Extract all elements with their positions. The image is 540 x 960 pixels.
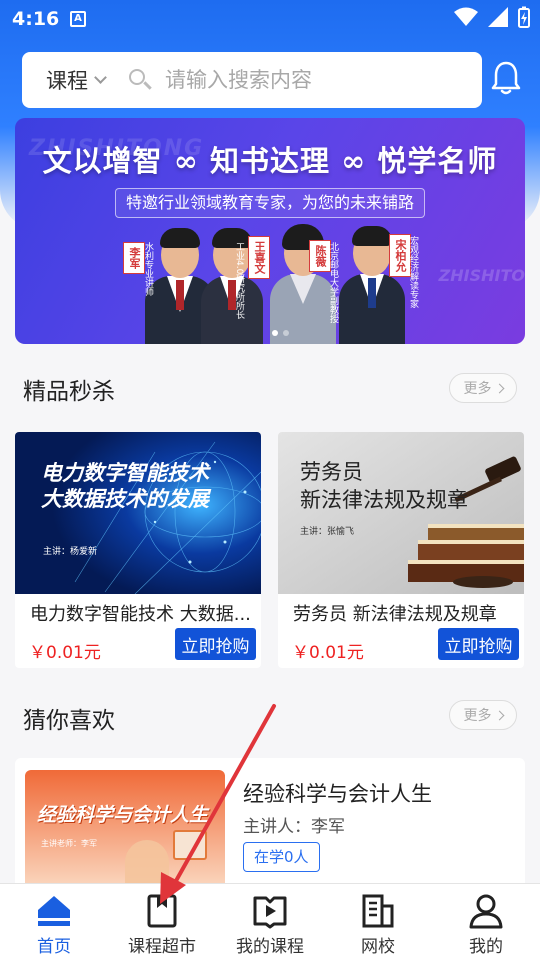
status-bar: 4:16 A — [0, 0, 540, 40]
course-cover-image — [15, 432, 261, 594]
my-course-icon — [253, 896, 287, 929]
category-label: 课程 — [46, 69, 88, 93]
home-icon — [38, 896, 70, 926]
guess-you-like-title: 猜你喜欢 — [23, 708, 115, 734]
course-market-icon — [147, 894, 177, 928]
course-name: 电力数字智能技术 大数据... — [30, 604, 251, 625]
search-input[interactable] — [165, 68, 425, 92]
course-teacher: 主讲人：李军 — [243, 817, 345, 837]
course-price: ￥0.01元 — [292, 643, 364, 663]
nav-online-school[interactable]: 网校 — [324, 884, 432, 960]
flash-sale-title: 精品秒杀 — [23, 379, 115, 405]
cover-title-line1: 劳务员 — [300, 460, 363, 484]
flash-sale-more-button[interactable]: 更多 — [449, 373, 517, 403]
signal-icon — [488, 7, 508, 27]
cover-title-line2: 大数据技术的发展 — [41, 487, 209, 511]
flash-sale-card[interactable]: 电力数字智能技术 大数据技术的发展 主讲：杨爱新 电力数字智能技术 大数据...… — [15, 432, 261, 668]
nav-label: 我的 — [469, 937, 503, 957]
lecturer-role: 宏观经济解读专家 — [408, 236, 418, 308]
nav-home[interactable]: 首页 — [0, 884, 108, 960]
carousel-dots[interactable] — [272, 330, 289, 336]
guess-more-button[interactable]: 更多 — [449, 700, 517, 730]
nav-label: 课程超市 — [128, 937, 196, 957]
banner-watermark-right: ZHISHITO — [438, 266, 525, 285]
nav-label: 网校 — [361, 937, 395, 957]
bell-icon[interactable] — [490, 60, 522, 96]
more-label: 更多 — [463, 708, 492, 724]
chevron-down-icon — [94, 70, 107, 84]
course-cover-image: 经验科学与会计人生 主讲老师：李军 — [25, 770, 225, 893]
cover-title-line2: 新法律法规及规章 — [300, 488, 468, 512]
buy-now-button[interactable]: 立即抢购 — [438, 628, 519, 660]
course-name: 劳务员 新法律法规及规章 — [293, 604, 497, 625]
nav-label: 我的课程 — [236, 937, 304, 957]
school-icon — [362, 894, 394, 928]
search-icon — [127, 67, 153, 93]
cover-lecturer: 主讲：杨爱新 — [43, 547, 98, 557]
flash-sale-card[interactable]: 劳务员 新法律法规及规章 主讲：张愉飞 劳务员 新法律法规及规章 ￥0.01元 … — [278, 432, 524, 668]
lecturer-name-tag: 王喜文 — [248, 236, 270, 279]
category-dropdown[interactable]: 课程 — [46, 65, 107, 95]
cover-title-line1: 电力数字智能技术 — [41, 461, 209, 485]
battery-icon — [518, 6, 530, 28]
nav-course-market[interactable]: 课程超市 — [108, 884, 216, 960]
chevron-right-icon — [494, 710, 504, 720]
profile-icon — [469, 894, 503, 929]
promo-banner[interactable]: ZHISHITONG ZHISHITO 文以增智 ∞ 知书达理 ∞ 悦学名师 特… — [15, 118, 525, 344]
bottom-navigation: 首页 课程超市 我的课程 网校 我的 — [0, 883, 540, 960]
buy-now-button[interactable]: 立即抢购 — [175, 628, 256, 660]
cover-lecturer: 主讲：张愉飞 — [300, 527, 355, 537]
learner-count-badge: 在学0人 — [243, 842, 320, 872]
cover-title: 经验科学与会计人生 — [37, 804, 209, 826]
status-time: 4:16 — [12, 8, 60, 30]
nav-my-courses[interactable]: 我的课程 — [216, 884, 324, 960]
cover-lecturer: 主讲老师：李军 — [41, 839, 97, 848]
banner-subtitle: 特邀行业领域教育专家，为您的未来铺路 — [115, 188, 425, 218]
carousel-dot[interactable] — [283, 330, 289, 336]
search-bar: 课程 — [22, 52, 482, 108]
course-price: ￥0.01元 — [29, 643, 101, 663]
banner-title: 文以增智 ∞ 知书达理 ∞ 悦学名师 — [42, 144, 498, 178]
carousel-dot[interactable] — [272, 330, 278, 336]
lecturer-role: 工业4.0研究所所长 — [234, 242, 244, 320]
status-icons — [454, 6, 530, 28]
nav-profile[interactable]: 我的 — [432, 884, 540, 960]
course-title: 经验科学与会计人生 — [243, 782, 432, 806]
more-label: 更多 — [463, 381, 492, 397]
recommended-course-card[interactable]: 经验科学与会计人生 主讲老师：李军 经验科学与会计人生 主讲人：李军 在学0人 — [15, 758, 525, 893]
lecturer-role: 水利专业讲师 — [143, 242, 153, 296]
notification-indicator-icon: A — [70, 11, 86, 27]
chevron-right-icon — [494, 383, 504, 393]
wifi-icon — [454, 7, 478, 26]
nav-label: 首页 — [37, 937, 71, 957]
